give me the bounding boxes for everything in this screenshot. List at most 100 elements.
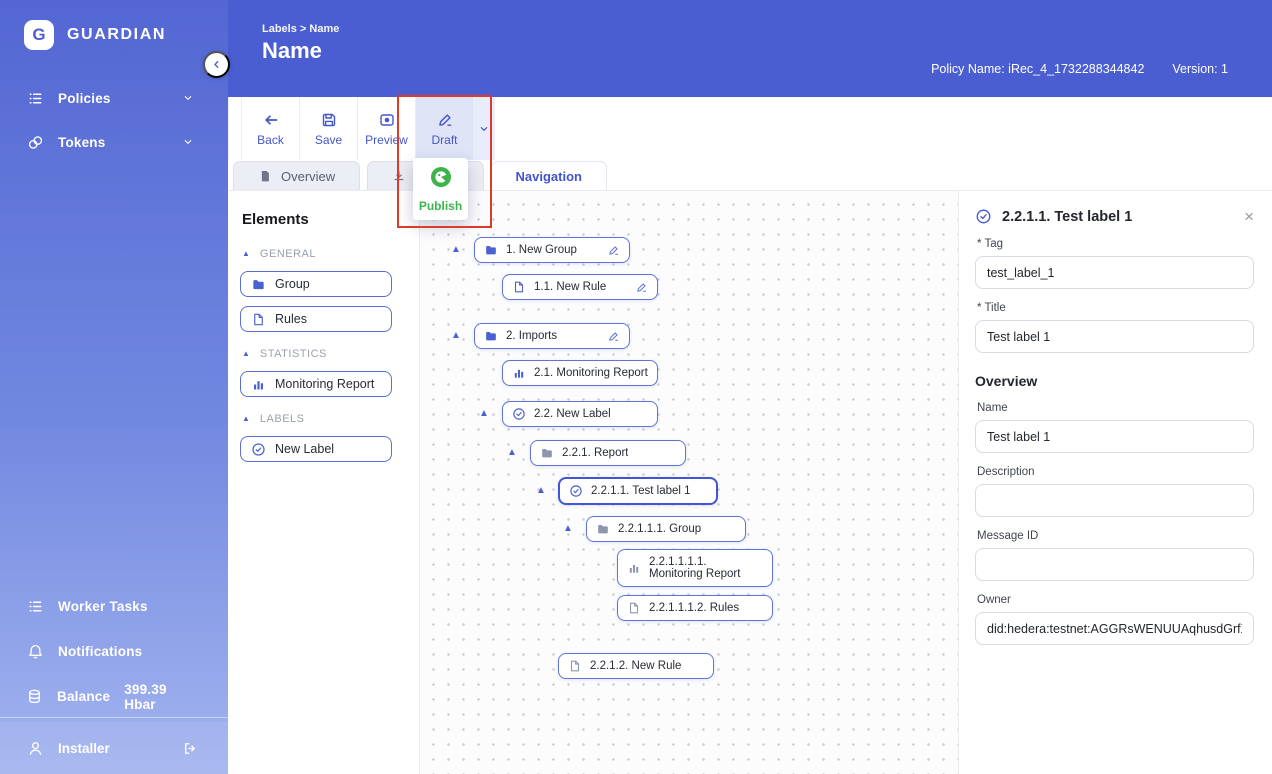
sidebar-item[interactable]: Balance 399.39 Hbar <box>0 674 228 719</box>
toolbar-button[interactable]: Preview <box>358 97 415 160</box>
section-toggle[interactable]: ▲ LABELS <box>242 413 405 425</box>
tree-node[interactable]: 2.2.1.1.1.1. Monitoring Report <box>617 549 773 587</box>
sidebar-collapse-button[interactable] <box>203 51 230 78</box>
sidebar-item-icon <box>26 688 43 705</box>
tab-label: Navigation <box>515 168 582 184</box>
node-label: 2.2.1.1.1. Group <box>618 523 702 535</box>
tree-node[interactable]: 2.1. Monitoring Report <box>502 360 658 386</box>
section-toggle[interactable]: ▲ GENERAL <box>242 248 405 260</box>
sidebar-item-icon <box>26 90 44 107</box>
element-icon <box>251 442 266 457</box>
field-input[interactable] <box>975 420 1254 453</box>
chevron-down-icon[interactable] <box>473 97 494 160</box>
sidebar-item[interactable]: Policies <box>0 76 228 120</box>
close-icon[interactable]: × <box>1244 208 1254 225</box>
tab[interactable]: Navigation <box>490 161 607 190</box>
node-label: 2.1. Monitoring Report <box>534 367 648 379</box>
elements-section: ▲ LABELS New Label <box>240 413 405 462</box>
node-icon <box>627 561 641 575</box>
node-label: 2. Imports <box>506 330 558 342</box>
publish-menu-item[interactable]: Publish <box>419 166 462 213</box>
element-chip[interactable]: Monitoring Report <box>240 371 392 397</box>
form-field: Name <box>975 402 1254 453</box>
sidebar-item-icon <box>26 134 44 151</box>
node-label: 1.1. New Rule <box>534 281 607 293</box>
tree-node[interactable]: ▲ 2. Imports <box>451 323 630 349</box>
node-label: 2.2.1.1.1.1. Monitoring Report <box>649 555 741 581</box>
tree-node[interactable]: 2.2.1.1.1.2. Rules <box>617 595 773 621</box>
tab[interactable]: Overview <box>233 161 361 190</box>
caret-up-icon[interactable]: ▲ <box>507 448 517 458</box>
elements-sections: ▲ GENERAL Group Rules ▲ STATISTICS Monit… <box>240 248 405 462</box>
caret-up-icon[interactable]: ▲ <box>451 245 461 255</box>
element-chip[interactable]: Rules <box>240 306 392 332</box>
field-label: Owner <box>977 594 1011 606</box>
edit-icon[interactable] <box>607 244 620 257</box>
overview-title: Overview <box>975 373 1038 389</box>
details-panel: 2.2.1.1. Test label 1 × * Tag * Title Ov… <box>958 191 1272 774</box>
toolbar-button-label: Preview <box>365 132 408 147</box>
edit-icon[interactable] <box>607 330 620 343</box>
sidebar-item[interactable]: Worker Tasks <box>0 584 228 629</box>
edit-icon[interactable] <box>635 281 648 294</box>
section-label: STATISTICS <box>259 348 327 360</box>
field-input[interactable] <box>975 256 1254 289</box>
chevron-left-icon <box>214 61 219 68</box>
logout-icon[interactable] <box>181 740 198 757</box>
element-label: New Label <box>275 442 335 456</box>
toolbar-button-label: Save <box>314 132 343 147</box>
toolbar-button-group: Save <box>300 97 358 160</box>
tree-node[interactable]: ▲ 1. New Group <box>451 237 630 263</box>
caret-up-icon: ▲ <box>242 249 250 258</box>
field-input[interactable] <box>975 548 1254 581</box>
overview-fields: Name Description Message ID Owner <box>975 402 1254 645</box>
installer-label: Installer <box>58 740 110 756</box>
tree-node[interactable]: 1.1. New Rule <box>502 274 658 300</box>
tab-icon <box>258 169 272 183</box>
node-icon <box>484 329 498 343</box>
node-label: 2.2. New Label <box>534 408 611 420</box>
section-items: New Label <box>240 436 405 462</box>
navigation-canvas[interactable]: ▲ 1. New Group 1.1. New Rule ▲ 2. Import… <box>420 191 958 774</box>
node-icon <box>540 446 554 460</box>
elements-section: ▲ STATISTICS Monitoring Report <box>240 348 405 397</box>
node-icon <box>596 522 610 536</box>
sidebar-item-icon <box>26 598 44 615</box>
toolbar-button-icon <box>262 111 280 129</box>
policy-name: Policy Name: iRec_4_1732288344842 <box>931 62 1145 76</box>
app-name: GUARDIAN <box>67 26 167 43</box>
node-icon <box>484 243 498 257</box>
sidebar-item[interactable]: Tokens <box>0 120 228 164</box>
toolbar-button-icon <box>378 111 396 129</box>
sidebar-item-label: Balance <box>57 689 111 704</box>
element-chip[interactable]: Group <box>240 271 392 297</box>
breadcrumb[interactable]: Labels > Name <box>262 23 339 35</box>
tree-node[interactable]: ▲ 2.2.1. Report <box>507 440 686 466</box>
caret-up-icon[interactable]: ▲ <box>563 524 573 534</box>
section-toggle[interactable]: ▲ STATISTICS <box>242 348 405 360</box>
field-input[interactable] <box>975 612 1254 645</box>
caret-up-icon[interactable]: ▲ <box>479 409 489 419</box>
toolbar-button[interactable]: Back <box>242 97 299 160</box>
toolbar-button[interactable]: Draft <box>416 97 473 160</box>
tab-bar: Overview Imports Navigation <box>228 160 1272 191</box>
tree-node[interactable]: 2.2.1.2. New Rule <box>558 653 714 679</box>
element-chip[interactable]: New Label <box>240 436 392 462</box>
field-label: * Tag <box>977 238 1004 250</box>
field-input[interactable] <box>975 320 1254 353</box>
section-items: Group Rules <box>240 271 405 332</box>
section-items: Monitoring Report <box>240 371 405 397</box>
caret-up-icon[interactable]: ▲ <box>536 486 546 496</box>
section-label: GENERAL <box>259 248 316 260</box>
sidebar-item[interactable]: Notifications <box>0 629 228 674</box>
field-input[interactable] <box>975 484 1254 517</box>
tree-nodes-layer: ▲ 1. New Group 1.1. New Rule ▲ 2. Import… <box>420 191 958 774</box>
caret-up-icon[interactable]: ▲ <box>451 331 461 341</box>
tree-node[interactable]: ▲ 2.2.1.1.1. Group <box>563 516 746 542</box>
node-label: 2.2.1.1.1.2. Rules <box>649 602 740 614</box>
sidebar-item-installer[interactable]: Installer <box>0 722 228 774</box>
toolbar-button[interactable]: Save <box>300 97 357 160</box>
tree-node[interactable]: ▲ 2.2. New Label <box>479 401 658 427</box>
tree-node[interactable]: ▲ 2.2.1.1. Test label 1 <box>536 477 718 505</box>
node-label: 2.2.1.2. New Rule <box>590 660 682 672</box>
